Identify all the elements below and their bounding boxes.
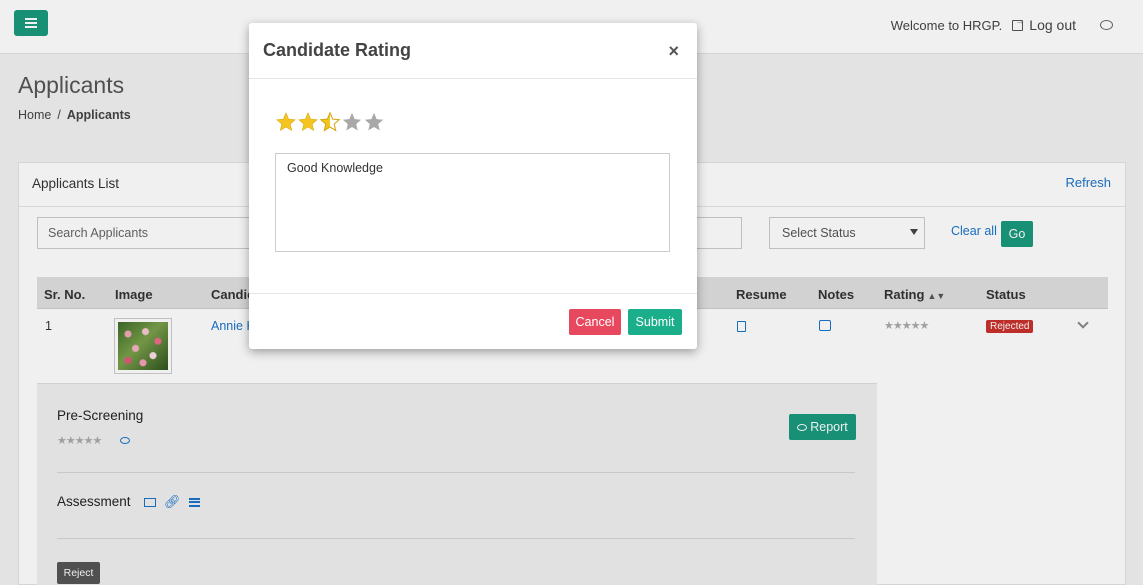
star-rating <box>275 111 385 133</box>
close-icon[interactable]: × <box>668 41 679 62</box>
modal-footer: Cancel Submit <box>249 293 697 349</box>
star-icon[interactable] <box>297 111 319 133</box>
submit-button[interactable]: Submit <box>628 309 682 335</box>
modal-title: Candidate Rating <box>263 40 412 60</box>
star-icon[interactable] <box>363 111 385 133</box>
rating-comment-textarea[interactable]: Good Knowledge <box>275 153 670 252</box>
modal-header: Candidate Rating × <box>249 23 697 79</box>
star-icon[interactable] <box>341 111 363 133</box>
star-icon[interactable] <box>275 111 297 133</box>
candidate-rating-modal: Candidate Rating × Good Knowledge Cancel… <box>249 23 697 349</box>
cancel-button[interactable]: Cancel <box>569 309 621 335</box>
half-star-icon[interactable] <box>319 111 341 133</box>
